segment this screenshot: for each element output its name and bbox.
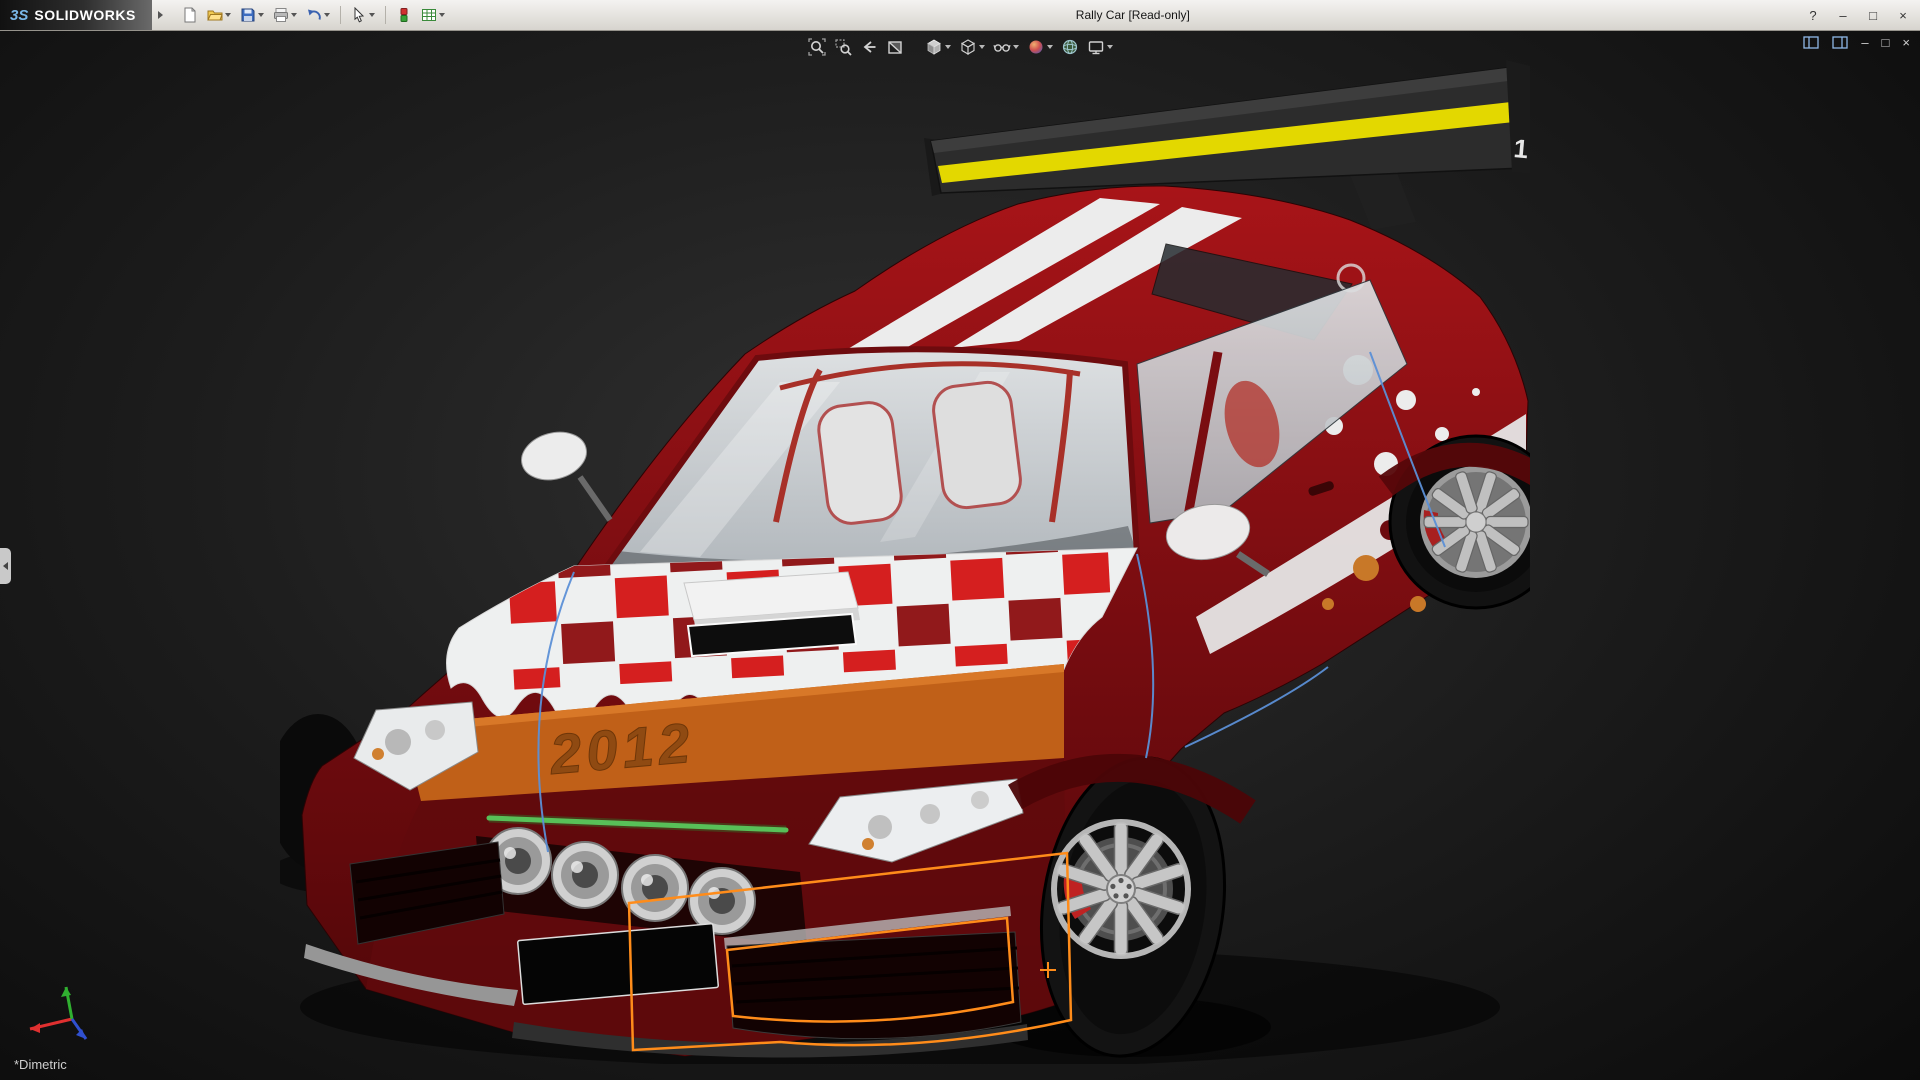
hood-scoop[interactable] bbox=[684, 572, 860, 656]
dropdown-caret[interactable] bbox=[979, 45, 985, 49]
new-document-icon bbox=[182, 7, 198, 23]
save-icon bbox=[240, 7, 256, 23]
undo-icon bbox=[306, 7, 322, 23]
wing-number-decal: 1 bbox=[1512, 133, 1529, 164]
maximize-button[interactable]: □ bbox=[1864, 8, 1882, 23]
undo-button[interactable] bbox=[303, 5, 333, 25]
pane-left-button[interactable] bbox=[1803, 35, 1819, 50]
toolbar-divider bbox=[340, 6, 341, 24]
left-mirror[interactable] bbox=[516, 425, 610, 520]
rebuild-icon bbox=[396, 7, 412, 23]
dropdown-caret[interactable] bbox=[225, 13, 231, 17]
spreadsheet-icon bbox=[421, 7, 437, 23]
select-button[interactable] bbox=[348, 5, 378, 25]
document-window-controls: – □ × bbox=[1803, 35, 1910, 50]
reference-triad bbox=[14, 979, 94, 1059]
save-button[interactable] bbox=[237, 5, 267, 25]
car-render[interactable]: 1 bbox=[280, 52, 1530, 1064]
main-toolbar bbox=[179, 5, 448, 25]
passenger-seat bbox=[931, 380, 1023, 511]
view-orientation-label: *Dimetric bbox=[14, 1057, 67, 1072]
collapse-arrow-icon bbox=[3, 562, 8, 570]
solidworks-logo: 3S SOLIDWORKS bbox=[0, 0, 152, 30]
doc-close-button[interactable]: × bbox=[1902, 35, 1910, 50]
dropdown-caret[interactable] bbox=[1047, 45, 1053, 49]
menu-expand-arrow[interactable] bbox=[158, 11, 163, 19]
open-button[interactable] bbox=[204, 5, 234, 25]
y-axis-arrow bbox=[61, 987, 71, 997]
dropdown-caret[interactable] bbox=[324, 13, 330, 17]
dropdown-caret[interactable] bbox=[258, 13, 264, 17]
dropdown-caret[interactable] bbox=[945, 45, 951, 49]
minimize-button[interactable]: – bbox=[1834, 8, 1852, 23]
select-cursor-icon bbox=[351, 7, 367, 23]
driver-seat bbox=[816, 400, 904, 526]
spreadsheet-button[interactable] bbox=[418, 5, 448, 25]
dropdown-caret[interactable] bbox=[1013, 45, 1019, 49]
window-controls: ? – □ × bbox=[1804, 0, 1912, 30]
close-button[interactable]: × bbox=[1894, 8, 1912, 23]
window-title: Rally Car [Read-only] bbox=[1076, 8, 1190, 22]
graphics-area[interactable]: – □ × bbox=[0, 31, 1920, 1080]
open-folder-icon bbox=[207, 7, 223, 23]
new-document-button[interactable] bbox=[179, 5, 201, 25]
print-icon bbox=[273, 7, 289, 23]
toolbar-divider bbox=[385, 6, 386, 24]
help-button[interactable]: ? bbox=[1804, 8, 1822, 23]
titlebar: 3S SOLIDWORKS bbox=[0, 0, 1920, 31]
dropdown-caret[interactable] bbox=[291, 13, 297, 17]
brand-name: SOLIDWORKS bbox=[34, 7, 135, 23]
dropdown-caret[interactable] bbox=[439, 13, 445, 17]
dropdown-caret[interactable] bbox=[1107, 45, 1113, 49]
rebuild-button[interactable] bbox=[393, 5, 415, 25]
doc-minimize-button[interactable]: – bbox=[1861, 35, 1868, 50]
year-decal: 2012 bbox=[547, 711, 698, 786]
z-axis-arrow bbox=[76, 1029, 86, 1039]
panel-collapse-tab[interactable] bbox=[0, 548, 11, 584]
dropdown-caret[interactable] bbox=[369, 13, 375, 17]
doc-restore-button[interactable]: □ bbox=[1882, 35, 1890, 50]
pane-right-button[interactable] bbox=[1832, 35, 1848, 50]
print-button[interactable] bbox=[270, 5, 300, 25]
brand-prefix: 3S bbox=[10, 7, 28, 24]
